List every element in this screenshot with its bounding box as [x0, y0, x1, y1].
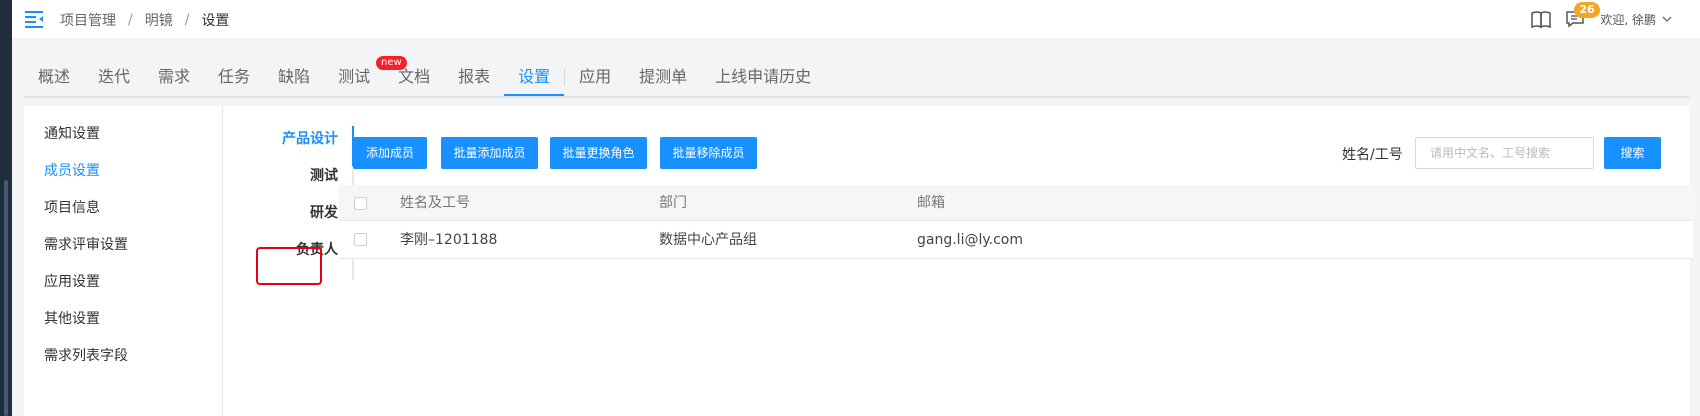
notification-badge: 26	[1574, 2, 1600, 18]
table-row[interactable]: 李刚–1201188 数据中心产品组 gang.li@ly.com	[339, 221, 1693, 259]
tab-task[interactable]: 任务	[204, 60, 264, 96]
tab-release-history[interactable]: 上线申请历史	[701, 60, 825, 96]
breadcrumb-separator: /	[128, 12, 133, 28]
table-header: 姓名及工号 部门 邮箱	[339, 185, 1693, 221]
new-badge: new	[376, 56, 407, 70]
project-tabs: 概述 迭代 需求 任务 缺陷 测试 文档 报表 设置 应用 提测单 上线申请历史…	[24, 56, 1690, 98]
welcome-text: 欢迎, 徐鹏	[1600, 12, 1656, 27]
sidebar-item-project-info[interactable]: 项目信息	[44, 197, 100, 217]
sidebar-item-app[interactable]: 应用设置	[44, 271, 100, 291]
column-header-department: 部门	[659, 195, 687, 211]
tab-defect[interactable]: 缺陷	[264, 60, 324, 96]
tab-requirement[interactable]: 需求	[144, 60, 204, 96]
breadcrumb: 项目管理 / 明镜 / 设置	[60, 10, 229, 30]
row-checkbox[interactable]	[354, 233, 367, 246]
breadcrumb-item-project-management[interactable]: 项目管理	[60, 10, 116, 30]
breadcrumb-item-project[interactable]: 明镜	[145, 10, 173, 30]
member-department: 数据中心产品组	[659, 232, 757, 248]
tab-iteration[interactable]: 迭代	[84, 60, 144, 96]
select-all-checkbox[interactable]	[354, 197, 367, 210]
batch-add-member-button[interactable]: 批量添加成员	[441, 137, 538, 169]
search-label: 姓名/工号	[1342, 147, 1403, 163]
book-icon[interactable]	[1530, 9, 1552, 29]
column-header-email: 邮箱	[917, 195, 945, 211]
top-bar: 项目管理 / 明镜 / 设置 26 欢迎, 徐鹏	[12, 0, 1700, 38]
add-member-button[interactable]: 添加成员	[353, 137, 427, 169]
role-test[interactable]: 测试	[310, 165, 338, 185]
member-name: 李刚–1201188	[400, 232, 498, 248]
user-menu[interactable]: 欢迎, 徐鹏	[1600, 11, 1672, 28]
chevron-down-icon	[1662, 16, 1672, 22]
message-button[interactable]: 26	[1564, 2, 1600, 29]
sidebar-item-notification[interactable]: 通知设置	[44, 123, 100, 143]
member-email: gang.li@ly.com	[917, 232, 1023, 248]
batch-change-role-button[interactable]: 批量更换角色	[550, 137, 647, 169]
member-table: 姓名及工号 部门 邮箱 李刚–1201188 数据中心产品组 gang.li@l…	[339, 185, 1693, 259]
search-input[interactable]	[1415, 137, 1594, 169]
tab-overview[interactable]: 概述	[24, 60, 84, 96]
search-button[interactable]: 搜索	[1604, 137, 1661, 169]
role-list: 产品设计 测试 研发 负责人	[234, 126, 354, 280]
settings-panel: 通知设置 成员设置 项目信息 需求评审设置 应用设置 其他设置 需求列表字段 产…	[24, 106, 1693, 416]
breadcrumb-item-current: 设置	[201, 13, 230, 29]
sidebar-item-list-fields[interactable]: 需求列表字段	[44, 345, 128, 365]
batch-remove-member-button[interactable]: 批量移除成员	[660, 137, 757, 169]
sidebar-item-other[interactable]: 其他设置	[44, 308, 100, 328]
settings-sidebar: 通知设置 成员设置 项目信息 需求评审设置 应用设置 其他设置 需求列表字段	[24, 106, 223, 416]
column-header-name: 姓名及工号	[400, 195, 470, 211]
header-actions: 26 欢迎, 徐鹏	[1530, 2, 1672, 32]
role-product-design[interactable]: 产品设计	[282, 128, 338, 148]
scrollbar-thumb[interactable]	[4, 180, 8, 416]
tab-test[interactable]: 测试	[324, 60, 384, 96]
left-edge-bar	[0, 0, 12, 416]
sidebar-item-members[interactable]: 成员设置	[44, 160, 100, 180]
menu-toggle-icon[interactable]	[24, 9, 46, 29]
tab-settings[interactable]: 设置	[504, 60, 565, 96]
role-dev[interactable]: 研发	[310, 202, 338, 222]
sidebar-item-review[interactable]: 需求评审设置	[44, 234, 128, 254]
role-owner[interactable]: 负责人	[296, 239, 338, 259]
tab-test-submission[interactable]: 提测单	[625, 60, 701, 96]
breadcrumb-separator: /	[184, 12, 190, 28]
tab-application[interactable]: 应用	[565, 60, 625, 96]
tab-report[interactable]: 报表	[444, 60, 504, 96]
